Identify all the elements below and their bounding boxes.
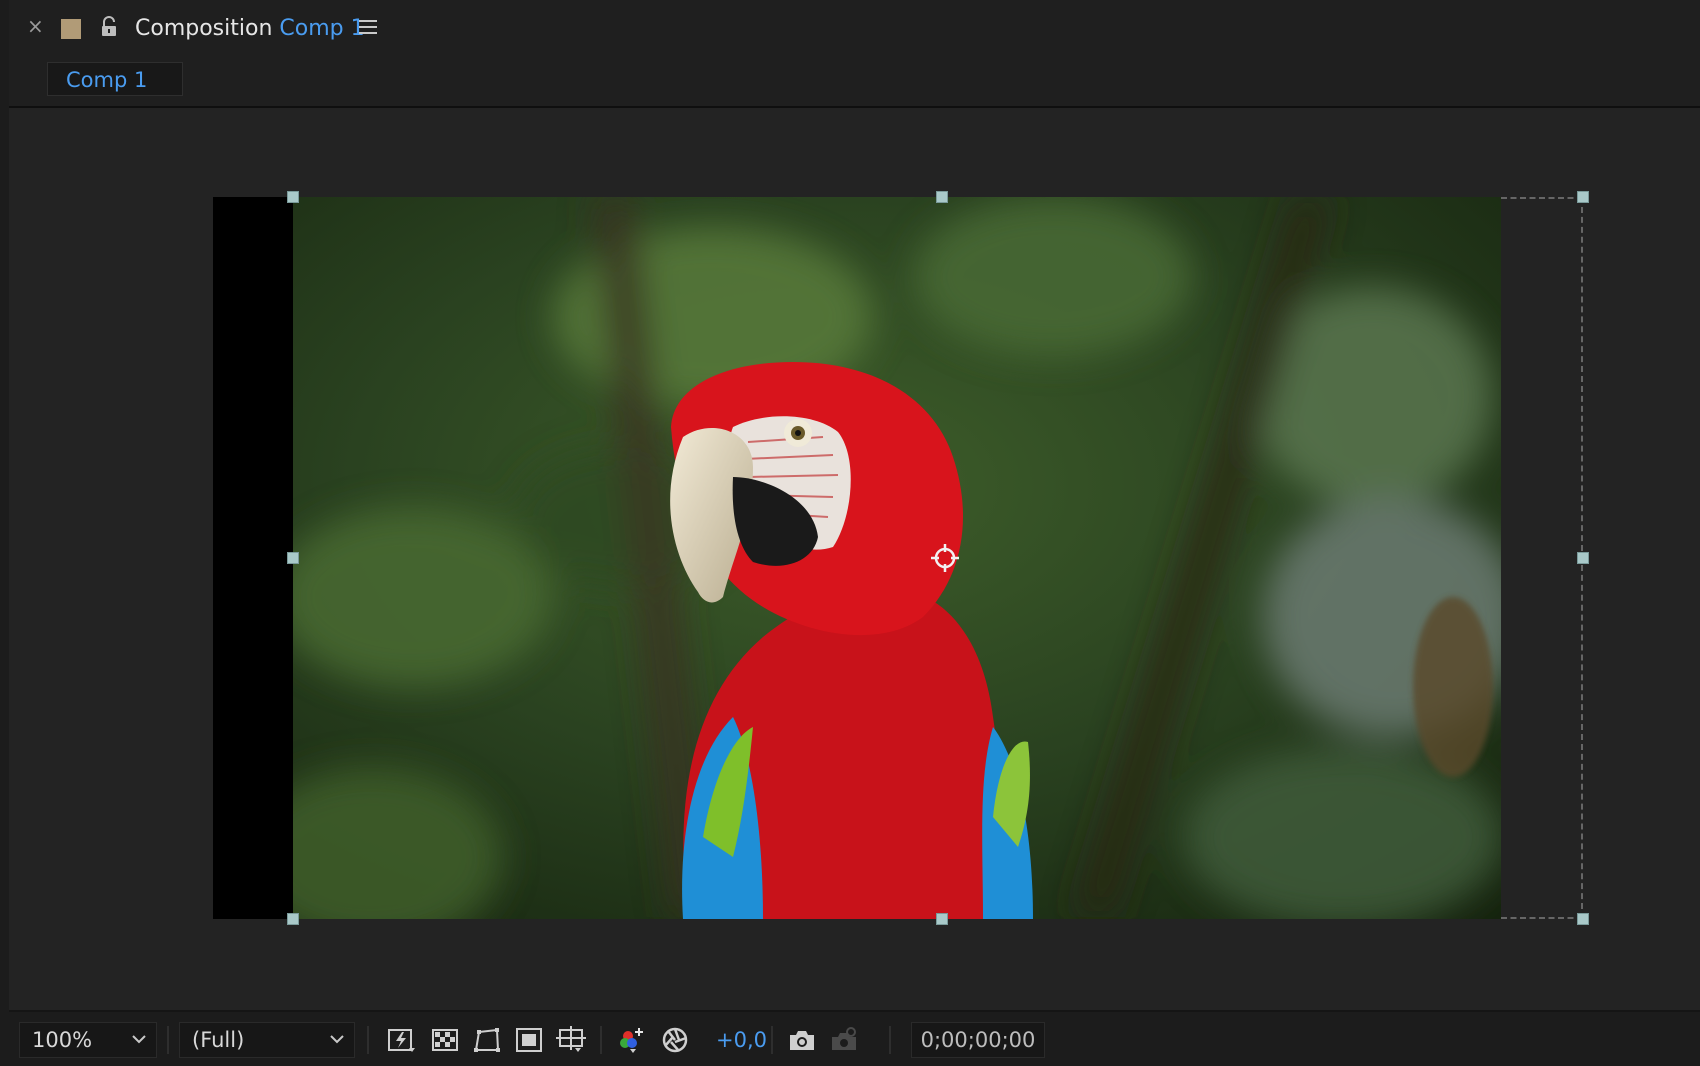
layer-handle-top-center[interactable]: [936, 191, 948, 203]
layer-boundary-outline: [1501, 197, 1583, 919]
mask-path-visibility-icon[interactable]: [472, 1026, 502, 1054]
toolbar-divider: [367, 1026, 369, 1054]
snapshot-camera-icon[interactable]: [787, 1026, 817, 1054]
composition-panel: × Composition Comp 1 Comp 1 100% (Full) …: [9, 0, 1700, 1066]
zoom-value: 100%: [32, 1028, 93, 1052]
exposure-value[interactable]: +0,0: [716, 1028, 767, 1052]
panel-title: Composition Comp 1: [135, 16, 365, 41]
close-icon[interactable]: ×: [27, 16, 44, 36]
zoom-dropdown[interactable]: 100%: [19, 1022, 157, 1058]
layer-handle-middle-left[interactable]: [287, 552, 299, 564]
region-of-interest-icon[interactable]: [514, 1026, 544, 1054]
channel-rgb-icon[interactable]: [617, 1026, 647, 1054]
viewer-toolbar: 100% (Full) +0,0 0;00;00;00: [9, 1010, 1700, 1066]
anchor-point-icon[interactable]: [929, 542, 961, 574]
layer-handle-middle-right[interactable]: [1577, 552, 1589, 564]
lock-icon[interactable]: [100, 16, 118, 38]
label-color-swatch[interactable]: [61, 19, 81, 39]
tab-bar: Comp 1: [9, 56, 1700, 108]
parrot-footage-layer[interactable]: [293, 197, 1501, 919]
composition-background: [213, 197, 293, 919]
grid-and-guides-icon[interactable]: [556, 1026, 586, 1054]
chevron-down-icon: [330, 1035, 344, 1044]
panel-title-comp: Comp 1: [279, 16, 365, 41]
resolution-value: (Full): [192, 1028, 245, 1052]
fast-previews-icon[interactable]: [387, 1026, 417, 1054]
transparency-grid-icon[interactable]: [430, 1026, 460, 1054]
layer-handle-top-right[interactable]: [1577, 191, 1589, 203]
layer-handle-bottom-right[interactable]: [1577, 913, 1589, 925]
current-time-display[interactable]: 0;00;00;00: [911, 1022, 1045, 1058]
parrot-image: [293, 197, 1501, 919]
hamburger-menu-icon[interactable]: [359, 20, 377, 36]
layer-handle-bottom-left[interactable]: [287, 913, 299, 925]
show-snapshot-icon[interactable]: [829, 1026, 859, 1054]
resolution-dropdown[interactable]: (Full): [179, 1022, 355, 1058]
tab-comp-1[interactable]: Comp 1: [47, 62, 183, 96]
layer-handle-bottom-center[interactable]: [936, 913, 948, 925]
toolbar-divider: [889, 1026, 891, 1054]
toolbar-divider: [771, 1026, 773, 1054]
chevron-down-icon: [132, 1035, 146, 1044]
panel-header: × Composition Comp 1: [9, 0, 1700, 56]
panel-title-prefix: Composition: [135, 16, 273, 41]
toolbar-divider: [167, 1026, 169, 1054]
layer-handle-top-left[interactable]: [287, 191, 299, 203]
toolbar-divider: [600, 1026, 602, 1054]
reset-exposure-icon[interactable]: [660, 1026, 690, 1054]
